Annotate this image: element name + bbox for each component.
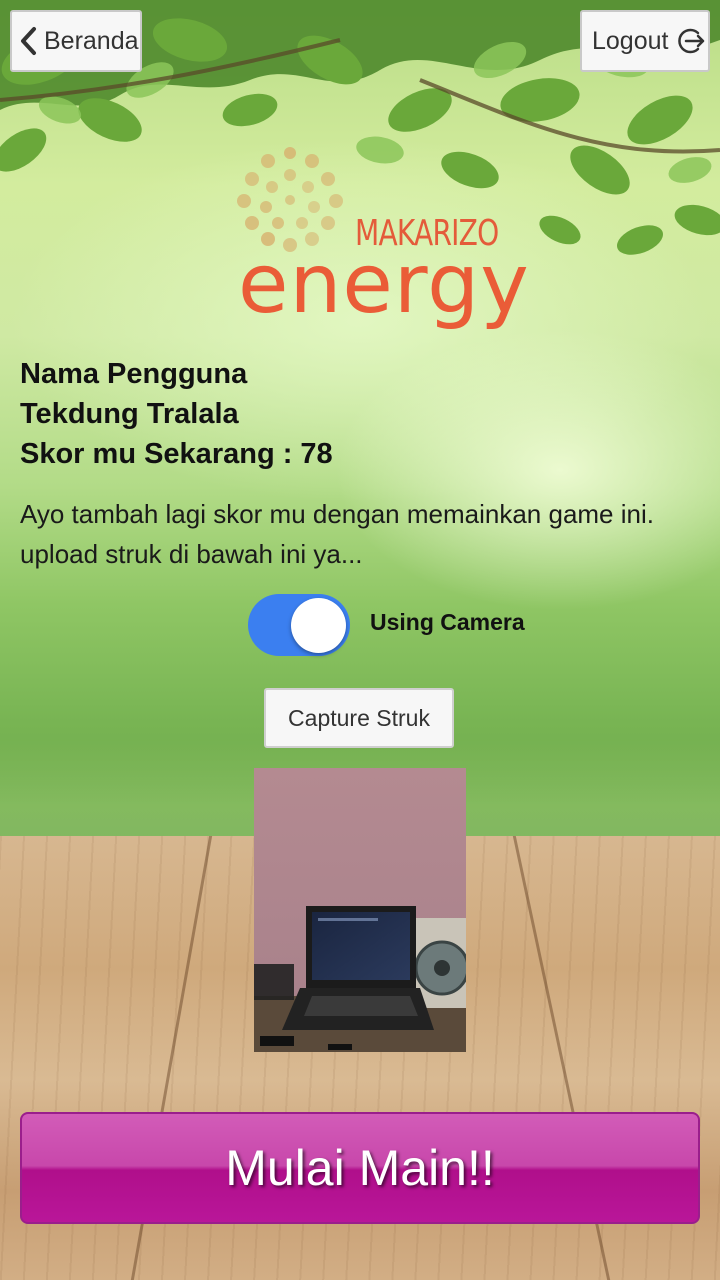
brand-logo: MAKARIZO energy <box>230 145 529 340</box>
capture-button-label: Capture Struk <box>288 704 430 731</box>
logout-button-label: Logout <box>592 26 669 55</box>
back-button-label: Beranda <box>44 26 139 55</box>
instructions-line-2: upload struk di bawah ini ya... <box>20 539 363 569</box>
camera-toggle-label: Using Camera <box>370 609 525 635</box>
start-game-label: Mulai Main!! <box>225 1140 495 1196</box>
start-game-button[interactable]: Mulai Main!! <box>20 1112 700 1224</box>
instructions-line-1: Ayo tambah lagi skor mu dengan memainkan… <box>20 499 654 529</box>
logout-button[interactable]: Logout <box>580 10 710 72</box>
toggle-knob <box>291 598 346 653</box>
user-name-value: Tekdung Tralala <box>20 398 239 430</box>
capture-receipt-button[interactable]: Capture Struk <box>264 688 454 748</box>
user-name-label: Nama Pengguna <box>20 358 248 390</box>
logo-energy-text: energy <box>238 237 530 332</box>
camera-toggle[interactable] <box>248 594 350 656</box>
user-info: Nama Pengguna Tekdung Tralala Skor mu Se… <box>20 354 700 474</box>
chevron-left-icon <box>21 27 36 55</box>
user-score: Skor mu Sekarang : 78 <box>20 438 333 470</box>
logout-icon <box>678 28 705 54</box>
instructions-text: Ayo tambah lagi skor mu dengan memainkan… <box>20 494 700 574</box>
captured-receipt-photo <box>254 768 466 1052</box>
back-button[interactable]: Beranda <box>10 10 142 72</box>
